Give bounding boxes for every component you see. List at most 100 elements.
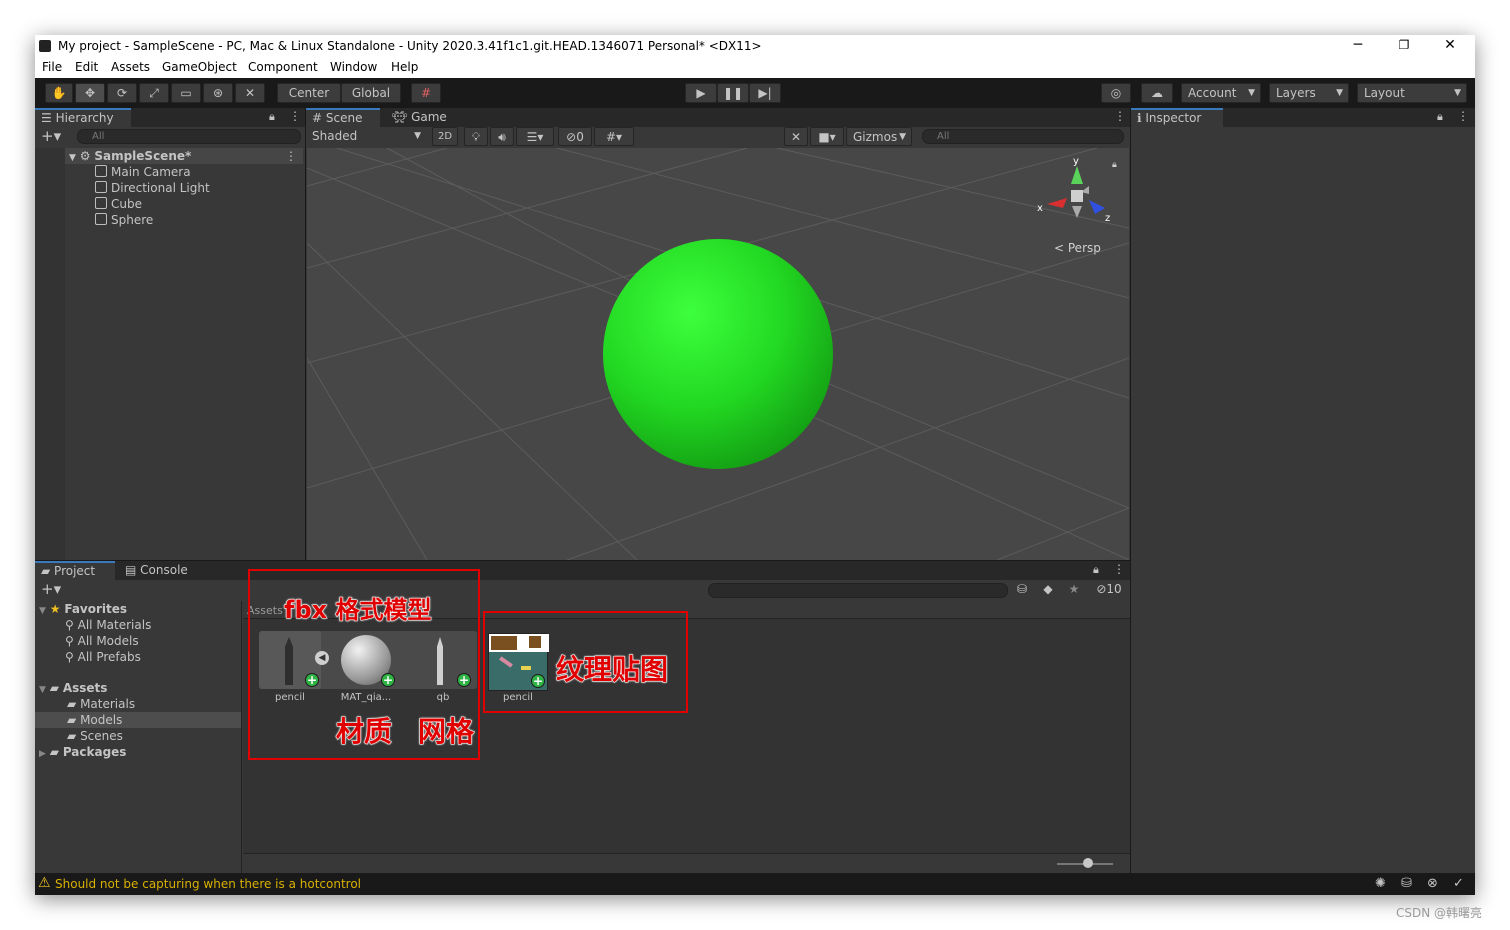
favorites-item[interactable]: ⚲ All Materials [65, 617, 151, 633]
favorites-label: Favorites [64, 602, 128, 616]
asset-size-slider-thumb[interactable] [1083, 858, 1093, 868]
hierarchy-item[interactable]: Sphere [95, 212, 153, 228]
menu-component[interactable]: Component [248, 60, 318, 74]
shading-mode-dropdown[interactable]: Shaded ▼ [306, 127, 426, 146]
favorites-item[interactable]: ⚲ All Models [65, 633, 139, 649]
grid-snap-icon[interactable]: # [411, 83, 441, 103]
layout-dropdown[interactable]: Layout ▼ [1357, 83, 1467, 103]
restore-button[interactable]: ❐ [1381, 35, 1427, 57]
scene-orientation-gizmo[interactable]: y x z [1037, 156, 1117, 236]
auto-generate-lighting-icon[interactable]: ⊗ [1427, 876, 1438, 891]
move-tool-icon[interactable]: ✥ [75, 83, 105, 103]
tab-console[interactable]: ▤ Console [119, 561, 199, 580]
rotate-tool-icon[interactable]: ⟳ [107, 83, 137, 103]
menu-gameobject[interactable]: GameObject [162, 60, 237, 74]
pivot-center-button[interactable]: Center [277, 83, 341, 103]
filter-by-type-icon[interactable]: ⛁ [1015, 582, 1029, 596]
step-button[interactable]: ▶| [749, 83, 781, 103]
folder-icon: ▰ [67, 713, 77, 727]
filter-by-label-icon[interactable]: ◆ [1041, 582, 1055, 596]
rect-tool-icon[interactable]: ▭ [171, 83, 201, 103]
effects-icon[interactable]: ☰▾ [516, 127, 554, 146]
annotation-fbx-model: fbx 格式模型 [283, 596, 432, 625]
scene-search-input[interactable]: All [922, 129, 1124, 144]
lock-icon[interactable]: 🔒︎ [1093, 563, 1099, 577]
pause-button[interactable]: ❚❚ [717, 83, 749, 103]
search-icon: ⚲ [65, 634, 74, 648]
pivot-global-button[interactable]: Global [341, 83, 401, 103]
hierarchy-search-input[interactable]: All [77, 129, 301, 144]
inspector-tab-label: Inspector [1145, 111, 1202, 125]
debug-icon[interactable]: ✺ [1375, 876, 1386, 891]
favorites-item[interactable]: ⚲ All Prefabs [65, 649, 141, 665]
folder-row[interactable]: ▰ Scenes [67, 728, 123, 744]
packages-folder-row[interactable]: ▶ ▰ Packages [39, 744, 126, 760]
more-options-icon[interactable]: ⋮ [1113, 562, 1125, 576]
menu-file[interactable]: File [42, 60, 62, 74]
close-button[interactable]: ✕ [1427, 35, 1473, 57]
menu-window[interactable]: Window [330, 60, 377, 74]
favorites-row[interactable]: ▼ ★ Favorites [39, 601, 127, 617]
gizmo-lock-icon[interactable]: 🔒︎ [1112, 160, 1117, 170]
sphere-object[interactable] [603, 239, 833, 469]
persp-toggle[interactable]: < Persp [1054, 241, 1101, 255]
scene-viewport[interactable]: y x z 🔒︎ < Persp [307, 148, 1129, 560]
scene-menu-icon[interactable]: ⋮ [285, 148, 297, 164]
hierarchy-scene-row[interactable]: ▼ ⚙︎ SampleScene* ⋮ [65, 148, 303, 164]
hidden-objects-button[interactable]: ⊘0 [558, 127, 592, 146]
expand-arrow-icon[interactable]: ▼ [69, 153, 76, 163]
scale-tool-icon[interactable]: ⤢ [139, 83, 169, 103]
progress-check-icon[interactable]: ✓ [1453, 876, 1464, 891]
more-options-icon[interactable]: ⋮ [1457, 109, 1469, 123]
menu-help[interactable]: Help [391, 60, 418, 74]
account-dropdown[interactable]: Account ▼ [1181, 83, 1261, 103]
gameobject-icon [95, 165, 107, 177]
minimize-button[interactable]: ─ [1335, 35, 1381, 57]
layers-dropdown[interactable]: Layers ▼ [1269, 83, 1349, 103]
scene-grid [307, 148, 1129, 560]
lighting-icon[interactable]: 💡︎ [464, 127, 488, 146]
transform-tool-icon[interactable]: ⊛ [203, 83, 233, 103]
lock-icon[interactable]: 🔒︎ [269, 110, 275, 124]
tab-scene[interactable]: # Scene [306, 108, 380, 127]
collab-icon[interactable]: ◎ [1101, 83, 1131, 103]
tab-inspector[interactable]: ℹ︎ Inspector [1131, 108, 1223, 127]
cloud-icon[interactable]: ☁ [1141, 83, 1173, 103]
lock-icon[interactable]: 🔒︎ [1437, 110, 1443, 124]
tools-icon[interactable]: ✕ [784, 127, 808, 146]
more-options-icon[interactable]: ⋮ [1114, 109, 1126, 123]
project-search-input[interactable] [708, 583, 1008, 598]
assets-folder-row[interactable]: ▼ ▰ Assets [39, 680, 107, 696]
cache-icon[interactable]: ⛁ [1401, 876, 1412, 891]
more-options-icon[interactable]: ⋮ [289, 109, 301, 123]
layout-label: Layout [1364, 86, 1405, 100]
add-object-icon[interactable]: +▾ [41, 127, 61, 145]
play-button[interactable]: ▶ [685, 83, 717, 103]
layers-label: Layers [1276, 86, 1316, 100]
audio-icon[interactable]: 🔊︎ [490, 127, 514, 146]
hand-tool-icon[interactable]: ✋ [45, 83, 73, 103]
folder-row[interactable]: ▰ Materials [67, 696, 135, 712]
tab-project[interactable]: ▰ Project [35, 561, 115, 580]
axis-y-label: y [1073, 156, 1079, 167]
favorite-star-icon[interactable]: ★ [1067, 582, 1081, 596]
grid-toggle-icon[interactable]: #▾ [594, 127, 634, 146]
camera-icon[interactable]: ■▾ [810, 127, 844, 146]
account-label: Account [1188, 86, 1237, 100]
project-tree: ▼ ★ Favorites ⚲ All Materials ⚲ All Mode… [35, 601, 242, 873]
hidden-packages-button[interactable]: ⊘10 [1091, 582, 1127, 596]
tab-hierarchy[interactable]: ☰ Hierarchy [35, 108, 131, 127]
mode-2d-label: 2D [437, 131, 453, 142]
menu-assets[interactable]: Assets [111, 60, 150, 74]
hierarchy-item[interactable]: Cube [95, 196, 142, 212]
tab-game[interactable]: 👾︎ Game [386, 108, 452, 127]
custom-tool-icon[interactable]: ✕ [235, 83, 265, 103]
create-asset-icon[interactable]: +▾ [41, 580, 61, 598]
hierarchy-item[interactable]: Main Camera [95, 164, 191, 180]
mode-2d-button[interactable]: 2D [432, 127, 458, 146]
gizmos-dropdown[interactable]: Gizmos ▼ [846, 127, 912, 146]
folder-row-selected[interactable]: ▰ Models [35, 712, 241, 728]
status-message[interactable]: Should not be capturing when there is a … [55, 877, 361, 891]
hierarchy-item[interactable]: Directional Light [95, 180, 210, 196]
menu-edit[interactable]: Edit [75, 60, 98, 74]
